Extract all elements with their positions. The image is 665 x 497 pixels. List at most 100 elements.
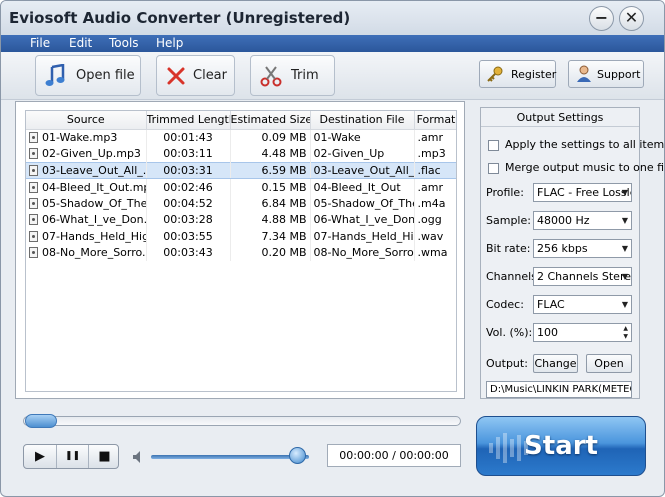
table-cell: 05-Shadow_Of_The... [310,195,415,212]
table-cell-text: 02-Given_Up [313,147,385,160]
table-row[interactable]: 02-Given_Up.mp3 00:03:11 4.48 MB 02-Given_U… [26,145,456,162]
sample-value: 48000 Hz [537,214,590,227]
table-cell-text: 00:01:43 [163,131,213,144]
column-source[interactable]: Source [26,111,147,130]
menu-help[interactable]: Help [156,36,183,50]
close-button[interactable]: ✕ [619,6,644,31]
table-cell: 03-Leave_Out_All_T... [310,161,415,179]
start-button[interactable]: Start [476,416,646,476]
table-cell: 00:02:46 [146,178,231,195]
volume-slider-thumb[interactable] [289,447,307,464]
table-cell-text: 03-Leave_Out_All_T... [313,163,414,177]
play-button[interactable]: ▶ [24,445,56,468]
trim-button[interactable]: Trim [250,55,335,96]
chevron-down-icon: ▼ [621,216,628,225]
register-button[interactable]: Register [479,60,556,88]
support-button[interactable]: Support [568,60,644,88]
profile-select[interactable]: FLAC - Free Lossless ▼ [533,183,632,202]
table-cell: .amr [414,178,456,195]
table-cell: 6.84 MB [230,195,311,212]
open-file-button[interactable]: Open file [35,55,141,96]
table-cell-text: 00:03:11 [163,147,213,160]
file-list[interactable]: Source Trimmed Length Estimated Size Des… [25,110,457,392]
codec-select[interactable]: FLAC ▼ [533,295,632,314]
table-cell-text: 08-No_More_Sorrow [313,246,414,260]
stop-button[interactable]: ■ [88,445,120,468]
table-row[interactable]: 05-Shadow_Of_The... 00:04:52 6.84 MB 05-Sha… [26,195,456,212]
sample-select[interactable]: 48000 Hz ▼ [533,211,632,230]
clear-button[interactable]: Clear [156,55,235,96]
table-cell: 06-What_I_ve_Don... [26,211,147,228]
menu-tools[interactable]: Tools [109,36,139,50]
table-cell-text: .mp3 [417,147,446,160]
chevron-down-icon: ▼ [621,244,628,253]
table-cell-text: 02-Given_Up.mp3 [42,147,141,160]
column-format[interactable]: Format [414,111,456,130]
table-cell: 4.48 MB [230,145,311,162]
spinner-arrows-icon[interactable]: ▲ ▼ [623,325,628,341]
column-trimmed-length[interactable]: Trimmed Length [146,111,231,130]
table-cell: .mp3 [414,145,456,162]
music-note-icon [45,64,65,86]
bitrate-label: Bit rate: [486,242,531,255]
table-cell-text: 00:03:43 [163,246,213,260]
open-folder-button[interactable]: Open [586,354,632,373]
table-cell: 00:01:43 [146,129,231,146]
table-cell-text: .m4a [417,196,446,210]
table-cell-text: 00:02:46 [163,180,213,194]
table-cell-text: 07-Hands_Held_High [313,229,414,243]
table-row[interactable]: 06-What_I_ve_Don... 00:03:28 4.88 MB 06-Wha… [26,211,456,228]
table-cell-text: 05-Shadow_Of_The... [313,196,414,210]
seek-bar[interactable] [23,414,461,428]
file-list-panel: Source Trimmed Length Estimated Size Des… [15,101,465,399]
table-cell-text: 01-Wake [313,131,361,144]
volume-spinner[interactable]: 100 ▲ ▼ [533,323,632,342]
audio-file-icon [29,197,38,209]
table-row[interactable]: 01-Wake.mp3 00:01:43 0.09 MB 01-Wake .amr [26,129,456,146]
column-destination-file[interactable]: Destination File [310,111,415,130]
bitrate-select[interactable]: 256 kbps ▼ [533,239,632,258]
apply-all-label: Apply the settings to all items [505,138,665,151]
menu-bar: File Edit Tools Help [1,35,664,52]
output-settings-panel: Output Settings Apply the settings to al… [480,107,664,399]
channels-select[interactable]: 2 Channels Stereo ▼ [533,267,632,286]
menu-edit[interactable]: Edit [69,36,92,50]
window-title: Eviosoft Audio Converter (Unregistered) [9,9,351,27]
table-cell: 0.20 MB [230,244,311,261]
volume-value: 100 [537,326,558,339]
table-cell: 08-No_More_Sorro... [26,244,147,261]
table-cell: 05-Shadow_Of_The... [26,195,147,212]
table-cell-text: .amr [417,180,443,194]
seek-thumb[interactable] [25,414,57,428]
table-row[interactable]: 07-Hands_Held_Hig... 00:03:55 7.34 MB 07-Ha… [26,228,456,245]
chevron-down-icon: ▼ [621,300,628,309]
table-row[interactable]: 04-Bleed_It_Out.mp3 00:02:46 0.15 MB 04-Ble… [26,178,456,195]
table-row[interactable]: 03-Leave_Out_All_... 00:03:31 6.59 MB 03-Le… [26,161,456,179]
x-icon [167,67,185,85]
profile-value: FLAC - Free Lossless [537,186,631,199]
table-cell-text: 00:03:31 [163,163,213,177]
table-row[interactable]: 08-No_More_Sorro... 00:03:43 0.20 MB 08-No_… [26,244,456,261]
pause-button[interactable]: ❚❚ [56,445,88,468]
output-label: Output: [486,357,528,370]
sound-wave-icon [489,433,528,463]
column-estimated-size[interactable]: Estimated Size [230,111,311,130]
profile-label: Profile: [486,186,524,199]
apply-all-checkbox[interactable] [488,140,499,151]
minimize-button[interactable]: − [589,6,614,31]
table-cell: 04-Bleed_It_Out [310,178,415,195]
output-path-field[interactable]: D:\Music\LINKIN PARK(METEORA [486,381,632,398]
table-cell: .amr [414,129,456,146]
table-cell-text: 6.59 MB [261,163,307,177]
speaker-icon[interactable] [132,450,146,468]
volume-slider-track[interactable] [151,455,309,459]
table-cell-text: 0.15 MB [261,180,307,194]
table-cell-text: 04-Bleed_It_Out.mp3 [42,180,146,194]
table-cell-text: 06-What_I_ve_Don... [42,213,146,227]
table-header-row: Source Trimmed Length Estimated Size Des… [26,111,456,130]
menu-file[interactable]: File [30,36,50,50]
output-settings-title: Output Settings [481,108,639,127]
merge-checkbox[interactable] [488,163,499,174]
volume-label: Vol. (%): [486,326,533,339]
change-button[interactable]: Change [533,354,578,373]
